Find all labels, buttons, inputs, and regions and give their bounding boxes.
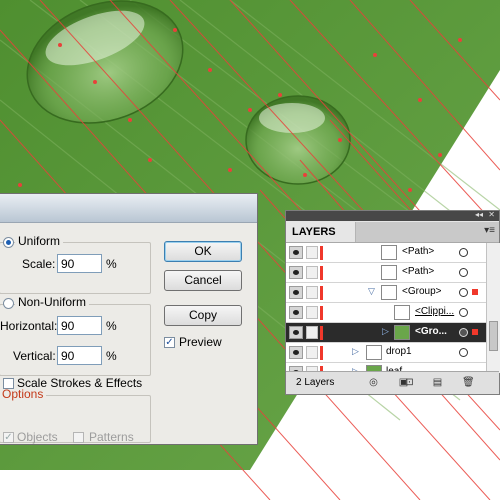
- objects-label: Objects: [17, 430, 58, 444]
- ok-button[interactable]: OK: [164, 241, 242, 262]
- copy-button[interactable]: Copy: [164, 305, 242, 326]
- objects-checkbox: ✓: [3, 432, 14, 443]
- visibility-eye-icon[interactable]: [289, 346, 303, 359]
- collapse-icon[interactable]: ◂◂: [475, 210, 483, 219]
- selection-indicator[interactable]: [472, 329, 478, 335]
- tab-layers[interactable]: LAYERS: [286, 222, 356, 242]
- layer-name: drop1: [386, 346, 412, 357]
- nonuniform-label: Non-Uniform: [15, 295, 90, 309]
- layer-thumbnail: [366, 345, 382, 360]
- lock-toggle[interactable]: [306, 326, 318, 339]
- expand-triangle-icon[interactable]: ▷: [352, 346, 359, 357]
- uniform-label: Uniform: [15, 234, 64, 248]
- scale-dialog: Uniform Scale: 90 % Non-Uniform Horizont…: [0, 193, 258, 445]
- expand-triangle-icon[interactable]: ▽: [368, 286, 375, 297]
- visibility-eye-icon[interactable]: [289, 306, 303, 319]
- cancel-button[interactable]: Cancel: [164, 270, 242, 291]
- layer-row[interactable]: ▷ drop1: [286, 343, 486, 363]
- visibility-eye-icon[interactable]: [289, 326, 303, 339]
- target-circle-icon[interactable]: [459, 288, 468, 297]
- lock-toggle[interactable]: [306, 346, 318, 359]
- layer-color-bar: [320, 246, 323, 260]
- vertical-percent: %: [106, 349, 117, 363]
- target-circle-icon[interactable]: [459, 268, 468, 277]
- layer-count: 2 Layers: [296, 377, 335, 388]
- path-thumbnail: [381, 265, 397, 280]
- panel-footer: 2 Layers ◎ ▣ ⊡ ▤ 🗑: [286, 371, 499, 394]
- patterns-checkbox: [73, 432, 84, 443]
- expand-triangle-icon[interactable]: ▷: [382, 326, 389, 337]
- target-circle-icon[interactable]: [459, 328, 468, 337]
- visibility-eye-icon[interactable]: [289, 266, 303, 279]
- patterns-label: Patterns: [89, 430, 134, 444]
- horizontal-label: Horizontal:: [0, 319, 58, 333]
- group-thumbnail: [381, 285, 397, 300]
- uniform-radio[interactable]: [3, 237, 14, 248]
- new-sublayer-icon[interactable]: ⊡: [404, 377, 415, 388]
- scrollbar-thumb[interactable]: [489, 321, 498, 351]
- vertical-input[interactable]: 90: [57, 346, 102, 365]
- nonuniform-radio[interactable]: [3, 298, 14, 309]
- scale-percent: %: [106, 257, 117, 271]
- selection-indicator[interactable]: [472, 289, 478, 295]
- layer-name: <Gro...: [415, 326, 447, 337]
- target-circle-icon[interactable]: [459, 348, 468, 357]
- layer-row[interactable]: ▽ <Group>: [286, 283, 486, 303]
- scale-strokes-label: Scale Strokes & Effects: [17, 376, 143, 390]
- scale-label: Scale:: [22, 257, 56, 271]
- scale-input[interactable]: 90: [57, 254, 102, 273]
- trash-icon[interactable]: 🗑: [462, 377, 475, 388]
- layers-list: <Path> <Path> ▽ <Group> <Clippi... ▷ <Gr…: [286, 243, 486, 373]
- preview-label: Preview: [179, 335, 222, 349]
- nonuniform-group: [0, 304, 151, 376]
- layer-color-bar: [320, 346, 323, 360]
- vertical-label: Vertical:: [13, 349, 56, 363]
- clipping-thumbnail: [394, 305, 410, 320]
- horizontal-percent: %: [106, 319, 117, 333]
- new-layer-icon[interactable]: ▤: [432, 377, 443, 388]
- path-thumbnail: [381, 245, 397, 260]
- layer-row[interactable]: <Path>: [286, 243, 486, 263]
- layer-row-selected[interactable]: ▷ <Gro...: [286, 323, 486, 343]
- layer-name: <Clippi...: [415, 306, 455, 317]
- target-circle-icon[interactable]: [459, 248, 468, 257]
- layer-name: <Path>: [402, 266, 435, 277]
- layers-scrollbar[interactable]: [486, 243, 500, 373]
- panel-title-bar[interactable]: ◂◂ ✕: [286, 210, 499, 221]
- visibility-eye-icon[interactable]: [289, 246, 303, 259]
- close-icon[interactable]: ✕: [488, 210, 495, 219]
- lock-toggle[interactable]: [306, 246, 318, 259]
- layer-color-bar: [320, 266, 323, 280]
- layers-panel: ◂◂ ✕ LAYERS ▾≡ <Path> <Path> ▽ <Group> <…: [285, 210, 500, 395]
- lock-toggle[interactable]: [306, 306, 318, 319]
- layer-color-bar: [320, 286, 323, 300]
- group-thumbnail: [394, 325, 410, 340]
- scale-strokes-checkbox[interactable]: [3, 378, 14, 389]
- layer-color-bar: [320, 326, 323, 340]
- preview-checkbox[interactable]: ✓: [164, 337, 175, 348]
- panel-menu-icon[interactable]: ▾≡: [484, 225, 495, 236]
- layer-row[interactable]: <Path>: [286, 263, 486, 283]
- layer-row[interactable]: <Clippi...: [286, 303, 486, 323]
- layer-color-bar: [320, 306, 323, 320]
- layer-name: <Group>: [402, 286, 442, 297]
- target-circle-icon[interactable]: [459, 308, 468, 317]
- layer-name: <Path>: [402, 246, 435, 257]
- dialog-title-bar[interactable]: [0, 194, 257, 223]
- lock-toggle[interactable]: [306, 266, 318, 279]
- locate-object-icon[interactable]: ◎: [368, 377, 379, 388]
- lock-toggle[interactable]: [306, 286, 318, 299]
- visibility-eye-icon[interactable]: [289, 286, 303, 299]
- horizontal-input[interactable]: 90: [57, 316, 102, 335]
